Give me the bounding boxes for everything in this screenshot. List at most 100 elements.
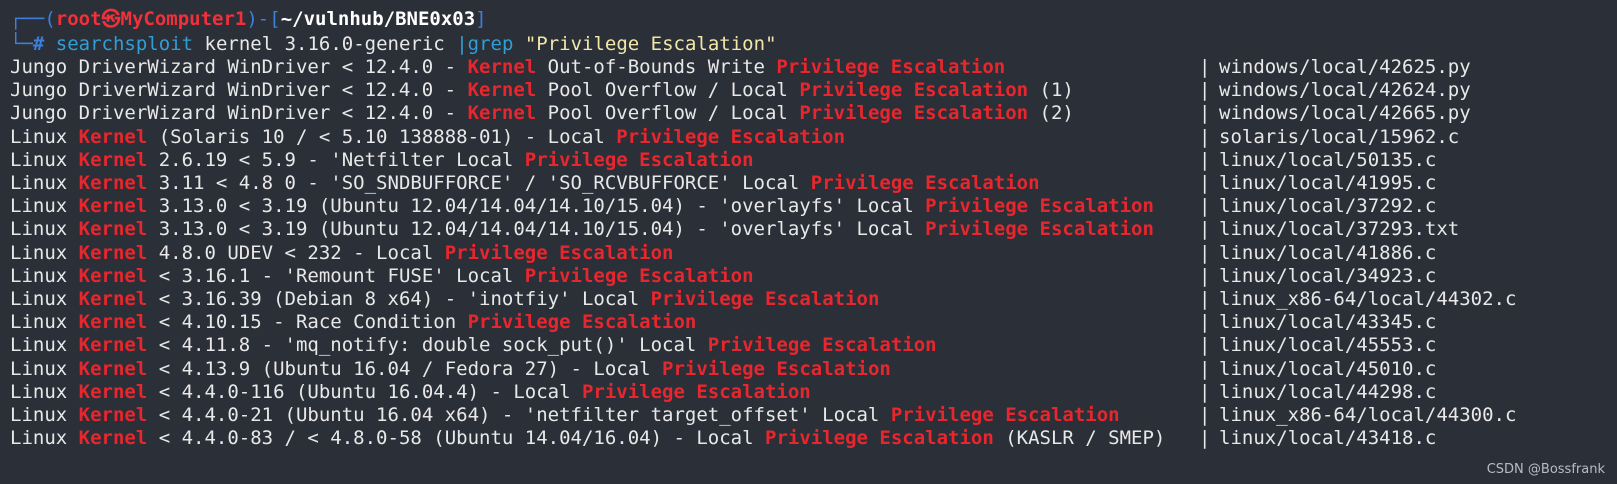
title-text: (1): [1028, 79, 1074, 102]
match-highlight: Privilege Escalation: [810, 172, 1040, 194]
exploit-path: linux/local/44298.c: [1219, 380, 1437, 403]
title-text: Linux: [10, 380, 79, 403]
title-text: < 4.11.8 - 'mq_notify: double sock_put()…: [147, 334, 708, 357]
title-text: 4.8.0 UDEV < 232 - Local: [147, 241, 445, 264]
result-row: Linux Kernel < 4.10.15 - Race Condition …: [10, 310, 1607, 334]
column-separator: |: [1199, 357, 1211, 380]
title-text: (KASLR / SMEP): [993, 427, 1166, 450]
command-name: searchsploit: [55, 33, 194, 55]
result-row: Linux Kernel < 3.16.1 - 'Remount FUSE' L…: [10, 264, 1607, 288]
exploit-path: linux_x86-64/local/44302.c: [1219, 288, 1517, 310]
exploit-title: Linux Kernel < 4.4.0-116 (Ubuntu 16.04.4…: [10, 380, 811, 404]
match-highlight: Privilege Escalation: [444, 241, 674, 264]
title-text: Jungo DriverWizard WinDriver < 12.4.0 -: [10, 56, 468, 78]
title-text: < 4.4.0-83 / < 4.8.0-58 (Ubuntu 14.04/16…: [147, 427, 765, 450]
prompt-user-host: root㉿MyComputer1: [55, 8, 247, 30]
match-highlight: Privilege Escalation: [662, 357, 891, 380]
grep-pattern: "Privilege Escalation": [513, 33, 777, 55]
title-text: < 3.16.39 (Debian 8 x64) - 'inotfiy' Loc…: [147, 288, 651, 310]
result-row: Linux Kernel < 4.4.0-83 / < 4.8.0-58 (Ub…: [10, 426, 1607, 450]
match-highlight: Privilege Escalation: [467, 311, 697, 334]
terminal-window[interactable]: ┌──(root㉿MyComputer1)-[~/vulnhub/BNE0x03…: [0, 0, 1617, 484]
match-highlight: Privilege Escalation: [581, 380, 811, 403]
exploit-title: Linux Kernel < 4.13.9 (Ubuntu 16.04 / Fe…: [10, 357, 891, 381]
title-text: < 4.10.15 - Race Condition: [147, 311, 468, 334]
exploit-title: Linux Kernel 3.11 < 4.8 0 - 'SO_SNDBUFFO…: [10, 171, 1040, 195]
exploit-title: Linux Kernel 2.6.19 < 5.9 - 'Netfilter L…: [10, 148, 754, 172]
exploit-path: windows/local/42665.py: [1219, 102, 1471, 125]
result-row: Jungo DriverWizard WinDriver < 12.4.0 - …: [10, 55, 1607, 79]
title-text: Jungo DriverWizard WinDriver < 12.4.0 -: [10, 102, 468, 125]
result-row: Linux Kernel 3.13.0 < 3.19 (Ubuntu 12.04…: [10, 217, 1607, 241]
match-highlight: Kernel: [78, 241, 148, 264]
title-text: Linux: [10, 427, 79, 450]
exploit-path: linux/local/43345.c: [1219, 311, 1437, 334]
command-line[interactable]: └─# searchsploit kernel 3.16.0-generic |…: [10, 32, 777, 56]
title-text: Linux: [10, 288, 79, 310]
title-text: 2.6.19 < 5.9 - 'Netfilter Local: [147, 148, 525, 171]
exploit-path: linux_x86-64/local/44300.c: [1219, 404, 1517, 426]
match-highlight: Kernel: [78, 288, 148, 310]
exploit-title: Jungo DriverWizard WinDriver < 12.4.0 - …: [10, 101, 1074, 125]
title-text: Pool Overflow / Local: [536, 102, 800, 125]
watermark: CSDN @Bossfrank: [1486, 462, 1605, 477]
result-row: Linux Kernel < 3.16.39 (Debian 8 x64) - …: [10, 287, 1607, 311]
title-text: < 4.13.9 (Ubuntu 16.04 / Fedora 27) - Lo…: [147, 357, 663, 380]
title-text: < 4.4.0-116 (Ubuntu 16.04.4) - Local: [147, 380, 582, 403]
exploit-title: Linux Kernel < 3.16.1 - 'Remount FUSE' L…: [10, 264, 754, 288]
match-highlight: Privilege Escalation: [799, 79, 1029, 102]
match-highlight: Kernel: [78, 264, 148, 287]
exploit-path: linux/local/37293.txt: [1219, 218, 1460, 241]
command-args: kernel 3.16.0-generic: [193, 33, 457, 55]
title-text: (2): [1028, 102, 1074, 125]
column-separator: |: [1199, 241, 1211, 264]
match-highlight: Privilege Escalation: [925, 218, 1154, 241]
match-highlight: Kernel: [78, 334, 148, 357]
exploit-title: Linux Kernel (Solaris 10 / < 5.10 138888…: [10, 125, 845, 149]
exploit-path: windows/local/42624.py: [1219, 79, 1471, 102]
exploit-title: Linux Kernel 3.13.0 < 3.19 (Ubuntu 12.04…: [10, 217, 1154, 241]
title-text: Pool Overflow / Local: [536, 79, 800, 102]
title-text: 3.11 < 4.8 0 - 'SO_SNDBUFFORCE' / 'SO_RC…: [147, 172, 811, 194]
match-highlight: Privilege Escalation: [776, 56, 1006, 78]
title-text: < 3.16.1 - 'Remount FUSE' Local: [147, 264, 525, 287]
column-separator: |: [1199, 195, 1211, 218]
title-text: 3.13.0 < 3.19 (Ubuntu 12.04/14.04/14.10/…: [147, 218, 926, 241]
title-text: Linux: [10, 311, 79, 334]
match-highlight: Kernel: [78, 311, 148, 334]
match-highlight: Kernel: [78, 172, 148, 194]
match-highlight: Privilege Escalation: [524, 264, 754, 287]
title-text: (Solaris 10 / < 5.10 138888-01) - Local: [147, 125, 617, 148]
column-separator: |: [1199, 172, 1211, 194]
match-highlight: Privilege Escalation: [524, 148, 754, 171]
match-highlight: Kernel: [78, 125, 148, 148]
match-highlight: Kernel: [78, 218, 148, 241]
match-highlight: Kernel: [467, 56, 537, 78]
prompt-header-line: ┌──(root㉿MyComputer1)-[~/vulnhub/BNE0x03…: [10, 7, 487, 31]
column-separator: |: [1199, 102, 1211, 125]
title-text: Linux: [10, 357, 79, 380]
match-highlight: Privilege Escalation: [707, 334, 937, 357]
exploit-path: linux/local/45010.c: [1219, 357, 1437, 380]
exploit-title: Linux Kernel < 4.4.0-83 / < 4.8.0-58 (Ub…: [10, 426, 1165, 450]
match-highlight: Kernel: [78, 357, 148, 380]
title-text: Linux: [10, 218, 79, 241]
column-separator: |: [1199, 404, 1211, 426]
title-text: Linux: [10, 264, 79, 287]
title-text: Linux: [10, 172, 79, 194]
result-row: Jungo DriverWizard WinDriver < 12.4.0 - …: [10, 78, 1607, 102]
prompt-corner-bottom: └─: [10, 33, 33, 55]
title-text: Linux: [10, 241, 79, 264]
exploit-path: linux/local/41886.c: [1219, 241, 1437, 264]
result-row: Linux Kernel < 4.4.0-21 (Ubuntu 16.04 x6…: [10, 403, 1607, 427]
title-text: Linux: [10, 148, 79, 171]
exploit-path: linux/local/45553.c: [1219, 334, 1437, 357]
column-separator: |: [1199, 380, 1211, 403]
result-row: Linux Kernel 2.6.19 < 5.9 - 'Netfilter L…: [10, 148, 1607, 172]
result-row: Linux Kernel 3.13.0 < 3.19 (Ubuntu 12.04…: [10, 194, 1607, 218]
result-row: Linux Kernel < 4.4.0-116 (Ubuntu 16.04.4…: [10, 380, 1607, 404]
match-highlight: Privilege Escalation: [765, 427, 994, 450]
exploit-title: Jungo DriverWizard WinDriver < 12.4.0 - …: [10, 78, 1074, 102]
title-text: Linux: [10, 404, 79, 426]
exploit-title: Linux Kernel 4.8.0 UDEV < 232 - Local Pr…: [10, 241, 673, 265]
